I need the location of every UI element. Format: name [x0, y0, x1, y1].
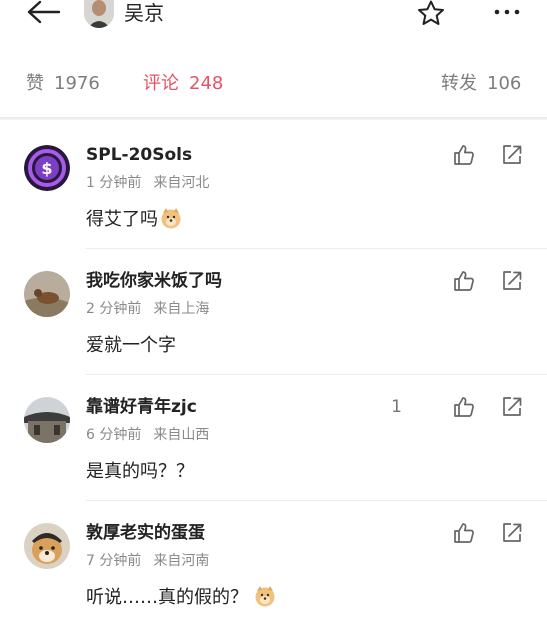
comment-location: 来自河北 — [153, 175, 210, 191]
comment-time: 6 分钟前 — [86, 427, 142, 443]
avatar[interactable] — [84, 0, 114, 28]
avatar[interactable] — [24, 523, 70, 569]
share-icon[interactable] — [500, 143, 524, 167]
likes-label: 赞 — [26, 73, 44, 94]
stats-bar: 赞 1976 评论 248 转发 106 — [0, 60, 547, 110]
like-count: 1 — [391, 397, 402, 417]
comment-meta: 1 分钟前 来自河北 — [86, 173, 209, 193]
tab-likes[interactable]: 赞 1976 — [26, 72, 100, 96]
likes-count: 1976 — [54, 73, 100, 94]
tab-comments[interactable]: 评论 248 — [143, 72, 223, 96]
thumbs-up-icon[interactable] — [452, 269, 476, 293]
comments-label: 评论 — [143, 73, 179, 94]
comment-text: 是真的吗？？ — [86, 459, 194, 485]
comment-item: $ SPL-20Sols 1 分钟前 来自河北 得艾了吗 — [0, 123, 547, 249]
comment-body: 是真的吗？？ — [86, 461, 194, 482]
comment-location: 来自山西 — [153, 427, 210, 443]
comment-meta: 7 分钟前 来自河南 — [86, 551, 209, 571]
comment-username[interactable]: 敦厚老实的蛋蛋 — [86, 521, 205, 545]
comments-count: 248 — [189, 73, 224, 94]
page-title: 吴京 — [124, 1, 164, 25]
avatar[interactable] — [24, 397, 70, 443]
comment-body: 听说……真的假的？ — [86, 587, 248, 608]
comment-body: 爱就一个字 — [86, 335, 176, 356]
back-arrow-icon[interactable] — [26, 0, 62, 26]
divider — [0, 117, 547, 120]
tab-reposts[interactable]: 转发 106 — [441, 72, 521, 96]
comment-text: 听说……真的假的？ — [86, 585, 276, 611]
comment-username[interactable]: 靠谱好青年zjc — [86, 395, 197, 419]
avatar[interactable] — [24, 271, 70, 317]
comment-text: 得艾了吗 — [86, 207, 182, 233]
star-icon[interactable] — [416, 0, 446, 26]
thumbs-up-icon[interactable] — [452, 395, 476, 419]
doge-emoji-icon — [161, 208, 181, 229]
avatar[interactable]: $ — [24, 145, 70, 191]
comment-username[interactable]: SPL-20Sols — [86, 143, 192, 167]
top-bar: 吴京 — [0, 0, 547, 40]
comment-item: 我吃你家米饭了吗 2 分钟前 来自上海 爱就一个字 — [0, 249, 547, 375]
svg-text:$: $ — [41, 159, 52, 178]
reposts-count: 106 — [487, 73, 522, 94]
comment-location: 来自河南 — [153, 553, 210, 569]
comment-time: 1 分钟前 — [86, 175, 142, 191]
comment-location: 来自上海 — [153, 301, 210, 317]
thumbs-up-icon[interactable] — [452, 521, 476, 545]
comment-body: 得艾了吗 — [86, 209, 158, 230]
comment-text: 爱就一个字 — [86, 333, 176, 359]
comment-username[interactable]: 我吃你家米饭了吗 — [86, 269, 222, 293]
comment-time: 7 分钟前 — [86, 553, 142, 569]
reposts-label: 转发 — [441, 73, 477, 94]
more-icon[interactable] — [492, 6, 522, 18]
comment-item: 敦厚老实的蛋蛋 7 分钟前 来自河南 听说……真的假的？ — [0, 501, 547, 627]
comment-item: 靠谱好青年zjc 6 分钟前 来自山西 是真的吗？？ 1 — [0, 375, 547, 501]
comment-meta: 6 分钟前 来自山西 — [86, 425, 209, 445]
comment-time: 2 分钟前 — [86, 301, 142, 317]
thumbs-up-icon[interactable] — [452, 143, 476, 167]
share-icon[interactable] — [500, 269, 524, 293]
share-icon[interactable] — [500, 521, 524, 545]
share-icon[interactable] — [500, 395, 524, 419]
doge-emoji-icon — [255, 586, 275, 607]
comment-meta: 2 分钟前 来自上海 — [86, 299, 209, 319]
